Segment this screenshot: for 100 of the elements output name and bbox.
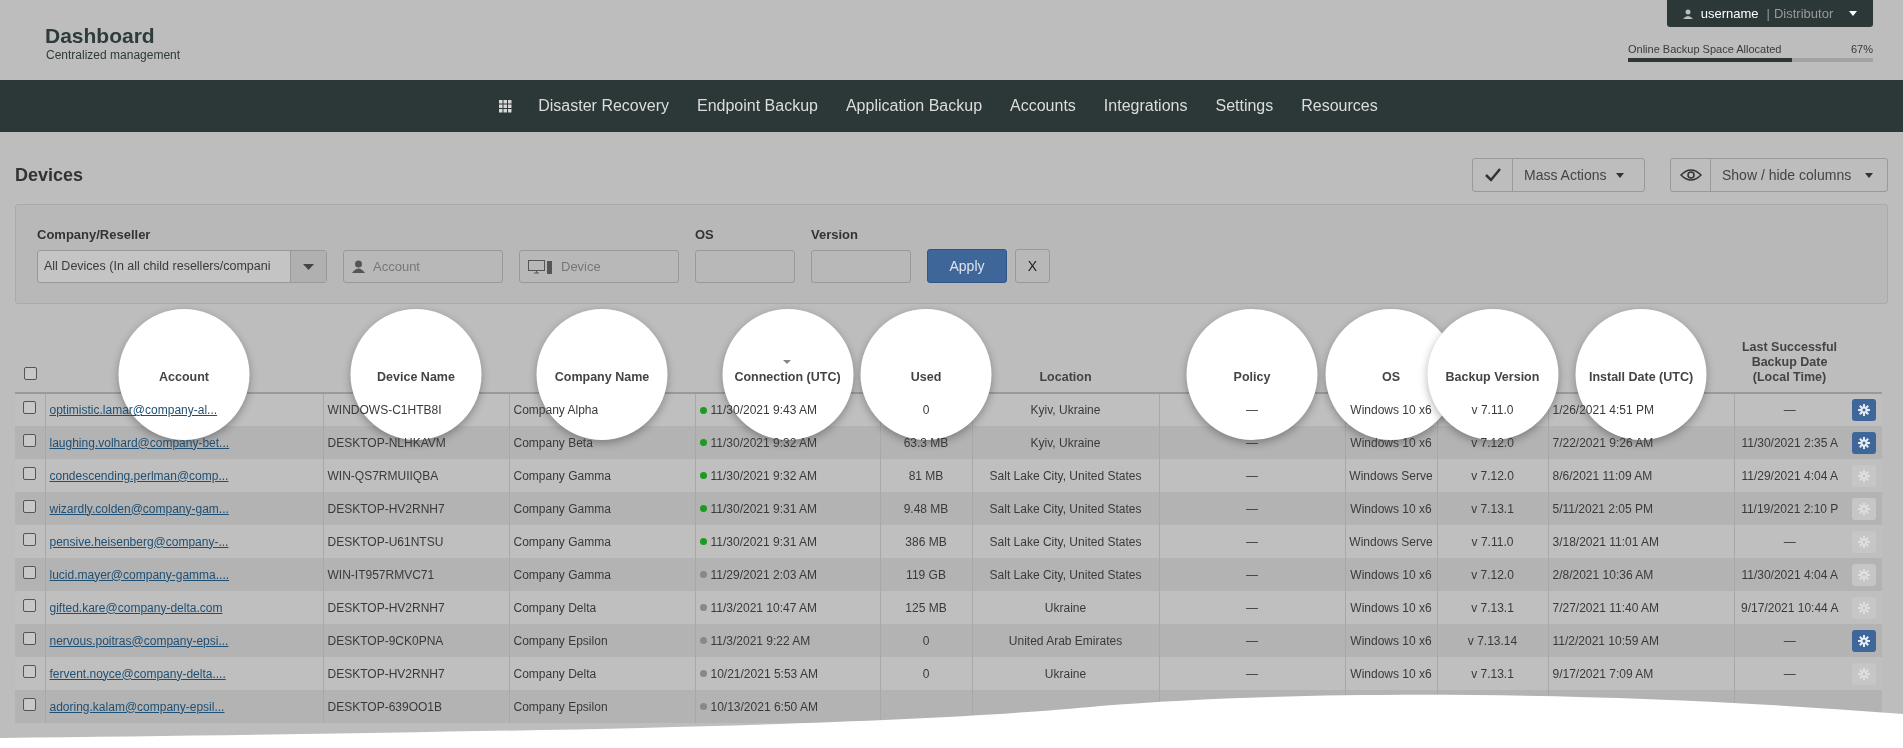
checkbox[interactable] — [23, 631, 37, 645]
column-header[interactable]: Company Name — [554, 370, 650, 385]
nav-link[interactable]: Application Backup — [845, 94, 983, 118]
table-cell: DESKTOP-U61NTSU — [327, 534, 444, 549]
table-cell-text: 10/13/2021 6:50 AM — [710, 698, 818, 716]
checkbox[interactable] — [23, 697, 37, 711]
table-cell-text: 11/30/2021 9:32 AM — [710, 467, 818, 485]
table-cell: Windows 10 x6 — [1350, 403, 1432, 417]
settings-button[interactable] — [1851, 399, 1876, 421]
table-cell: 9/17/2021 7:09 AM — [1552, 666, 1654, 681]
column-header[interactable]: Backup Version — [1445, 370, 1540, 385]
column-header[interactable]: Location — [1013, 370, 1118, 385]
column-header[interactable]: Device Name — [377, 370, 455, 385]
table-cell: 11/30/2021 2:35 A — [1741, 435, 1838, 450]
apps-grid-icon[interactable] — [499, 99, 513, 113]
eye-icon — [1679, 169, 1702, 181]
nav-link[interactable]: Disaster Recovery — [538, 94, 669, 118]
nav-link[interactable]: Accounts — [1010, 94, 1076, 118]
apply-button[interactable]: Apply — [927, 249, 1007, 283]
column-header[interactable]: Connection (UTC) — [734, 360, 841, 385]
table-cell: 119 GB — [906, 567, 946, 582]
settings-icon — [1857, 469, 1870, 482]
table-cell: — — [1783, 633, 1796, 648]
settings-button[interactable] — [1851, 431, 1876, 454]
user-icon — [1682, 8, 1693, 19]
settings-icon — [1857, 502, 1870, 515]
settings-button[interactable] — [1851, 629, 1876, 652]
checkbox[interactable] — [23, 367, 37, 380]
mass-actions-button[interactable]: Mass Actions — [1472, 158, 1645, 192]
account-link[interactable]: optimistic.lamar@company-al... — [49, 403, 218, 417]
table-cell: DESKTOP-HV2RNH7 — [327, 501, 445, 516]
table-cell: Company Delta — [513, 600, 597, 615]
table-cell: v 7.13.1 — [1471, 666, 1514, 681]
table-cell: — — [1246, 468, 1258, 483]
table-cell: DESKTOP-NLHKAVM — [327, 435, 446, 450]
table-cell: — — [1246, 403, 1258, 417]
table-cell: v 7.13.1 — [1471, 600, 1514, 615]
account-link[interactable]: adoring.kalam@company-epsil... — [49, 699, 225, 714]
column-header[interactable]: OS — [1381, 370, 1401, 385]
columns-toggle-button[interactable]: Show / hide columns — [1670, 158, 1888, 192]
company-select[interactable]: All Devices (In all child resellers/compani — [37, 250, 327, 283]
table-cell: 11/29/2021 4:04 A — [1741, 468, 1838, 483]
account-link[interactable]: wizardly.colden@company-gam... — [49, 501, 229, 516]
account-link[interactable]: nervous.poitras@company-epsi... — [49, 633, 229, 648]
column-header[interactable]: Policy — [1233, 370, 1271, 385]
version-label: Version — [811, 225, 859, 244]
username-label: username — [1700, 4, 1759, 23]
table-cell: 81 MB — [908, 468, 944, 483]
version-field[interactable] — [811, 250, 911, 283]
table-cell: v 7.11.0 — [1471, 403, 1514, 417]
table-cell: Company Gamma — [513, 501, 611, 516]
checkbox[interactable] — [23, 499, 37, 513]
column-header[interactable]: Account — [159, 370, 209, 385]
table-cell: — — [1246, 600, 1258, 615]
nav-link[interactable]: Integrations — [1103, 94, 1188, 118]
table-cell-text: 11/30/2021 9:31 AM — [710, 500, 818, 518]
checkbox[interactable] — [23, 532, 37, 546]
checkbox[interactable] — [23, 565, 37, 579]
account-link[interactable]: fervent.noyce@company-delta.... — [49, 666, 226, 681]
account-link[interactable]: laughing.volhard@company-bet... — [49, 435, 230, 450]
column-header[interactable]: Last Successful Backup Date (Local Time) — [1737, 340, 1842, 385]
column-header[interactable]: Install Date (UTC) — [1588, 370, 1694, 385]
account-link[interactable]: pensive.heisenberg@company-... — [49, 534, 229, 549]
account-link[interactable]: gifted.kare@company-delta.com — [49, 600, 223, 615]
device-field[interactable]: Device — [519, 250, 679, 283]
table-cell-text: 11/29/2021 2:03 AM — [710, 566, 818, 584]
checkbox[interactable] — [23, 466, 37, 480]
checkbox[interactable] — [23, 598, 37, 612]
caret-icon — [1616, 172, 1625, 178]
table-cell: DESKTOP-639OO1B — [327, 699, 442, 714]
user-icon — [352, 260, 365, 273]
storage-label: Online Backup Space Allocated — [1628, 43, 1782, 55]
table-cell: 3/18/2021 11:01 AM — [1552, 534, 1660, 549]
company-label: Company/Reseller — [37, 225, 152, 244]
nav-link[interactable]: Endpoint Backup — [696, 94, 818, 118]
checkbox[interactable] — [23, 433, 37, 447]
os-field[interactable] — [695, 250, 795, 283]
settings-icon — [1857, 404, 1870, 416]
table-cell: Kyiv, Ukraine — [1030, 403, 1101, 417]
account-field[interactable]: Account — [343, 250, 503, 283]
settings-icon — [1857, 436, 1870, 449]
table-cell: Company Gamma — [513, 567, 611, 582]
table-cell: Company Beta — [513, 435, 593, 450]
checkbox[interactable] — [23, 401, 37, 414]
clear-button[interactable]: X — [1015, 249, 1050, 283]
sort-icon — [783, 360, 792, 364]
table-cell: — — [1783, 666, 1796, 681]
table-cell: DESKTOP-9CK0PNA — [327, 633, 444, 648]
table-cell: v 7.12.0 — [1471, 435, 1514, 450]
table-cell: 386 MB — [905, 534, 947, 549]
account-link[interactable]: lucid.mayer@company-gamma.... — [49, 567, 230, 582]
column-header[interactable]: Used — [910, 370, 942, 385]
checkbox[interactable] — [23, 664, 37, 678]
nav-link[interactable]: Settings — [1215, 94, 1274, 118]
account-link[interactable]: condescending.perlman@comp... — [49, 468, 229, 483]
table-cell: 9.48 MB — [903, 501, 949, 516]
nav-link[interactable]: Resources — [1301, 94, 1378, 118]
table-cell: Company Alpha — [513, 403, 599, 417]
table-cell: Salt Lake City, United States — [989, 534, 1142, 549]
user-menu-button[interactable]: username | Distributor — [1667, 0, 1873, 27]
